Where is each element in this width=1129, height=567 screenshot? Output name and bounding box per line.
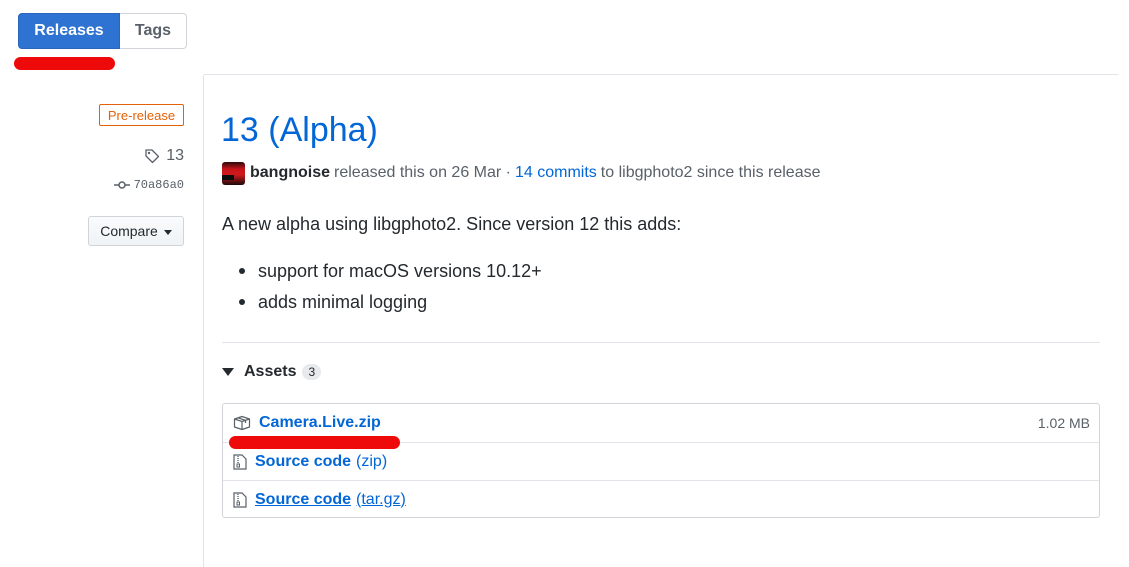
compare-button[interactable]: Compare — [88, 216, 184, 246]
divider — [204, 74, 1118, 75]
asset-link[interactable]: Source code — [255, 453, 351, 471]
asset-format[interactable]: (zip) — [356, 453, 387, 471]
released-text: released this on 26 Mar · — [334, 164, 511, 181]
assets-list: Camera.Live.zip 1.02 MB Source code (zip… — [222, 403, 1100, 518]
tab-releases[interactable]: Releases — [18, 13, 120, 49]
tag-link[interactable]: 13 — [144, 147, 184, 165]
release-tabs: Releases Tags — [18, 13, 187, 49]
file-zip-icon — [233, 491, 247, 508]
assets-toggle[interactable]: Assets 3 — [222, 363, 322, 381]
package-icon — [233, 415, 251, 431]
commits-link[interactable]: 14 commits — [515, 164, 597, 182]
asset-row[interactable]: Source code (tar.gz) — [223, 480, 1099, 518]
release-title[interactable]: 13 (Alpha) — [221, 108, 378, 152]
release-page: Releases Tags Pre-release 13 70a86a0 Com… — [0, 0, 1129, 567]
tag-icon — [145, 149, 160, 164]
commit-link[interactable]: 70a86a0 — [113, 178, 184, 192]
tab-tags[interactable]: Tags — [120, 13, 187, 49]
file-zip-icon — [233, 453, 247, 470]
git-commit-icon — [113, 181, 130, 189]
asset-link[interactable]: Source code — [255, 491, 351, 509]
release-description: A new alpha using libgphoto2. Since vers… — [222, 214, 682, 234]
triangle-down-icon — [222, 368, 234, 376]
author-link[interactable]: bangnoise — [250, 164, 330, 182]
list-item: adds minimal logging — [239, 288, 542, 319]
divider — [222, 342, 1100, 343]
prerelease-badge: Pre-release — [99, 104, 184, 126]
list-item: support for macOS versions 10.12+ — [239, 257, 542, 288]
asset-format[interactable]: (tar.gz) — [356, 491, 406, 509]
vertical-divider — [203, 75, 204, 567]
red-annotation-underline — [229, 436, 400, 449]
red-annotation-underline — [14, 57, 115, 70]
commits-suffix: to libgphoto2 since this release — [600, 164, 821, 181]
avatar[interactable] — [222, 161, 245, 185]
assets-label: Assets — [244, 363, 297, 380]
asset-link[interactable]: Camera.Live.zip — [259, 414, 381, 432]
compare-label: Compare — [100, 223, 158, 239]
tag-label: 13 — [166, 147, 184, 164]
assets-count-badge: 3 — [302, 364, 322, 380]
release-notes-list: support for macOS versions 10.12+ adds m… — [222, 257, 542, 319]
asset-size: 1.02 MB — [1037, 415, 1090, 431]
caret-down-icon — [163, 229, 172, 235]
release-byline: bangnoise released this on 26 Mar · 14 c… — [222, 161, 821, 185]
commit-sha: 70a86a0 — [133, 178, 184, 192]
